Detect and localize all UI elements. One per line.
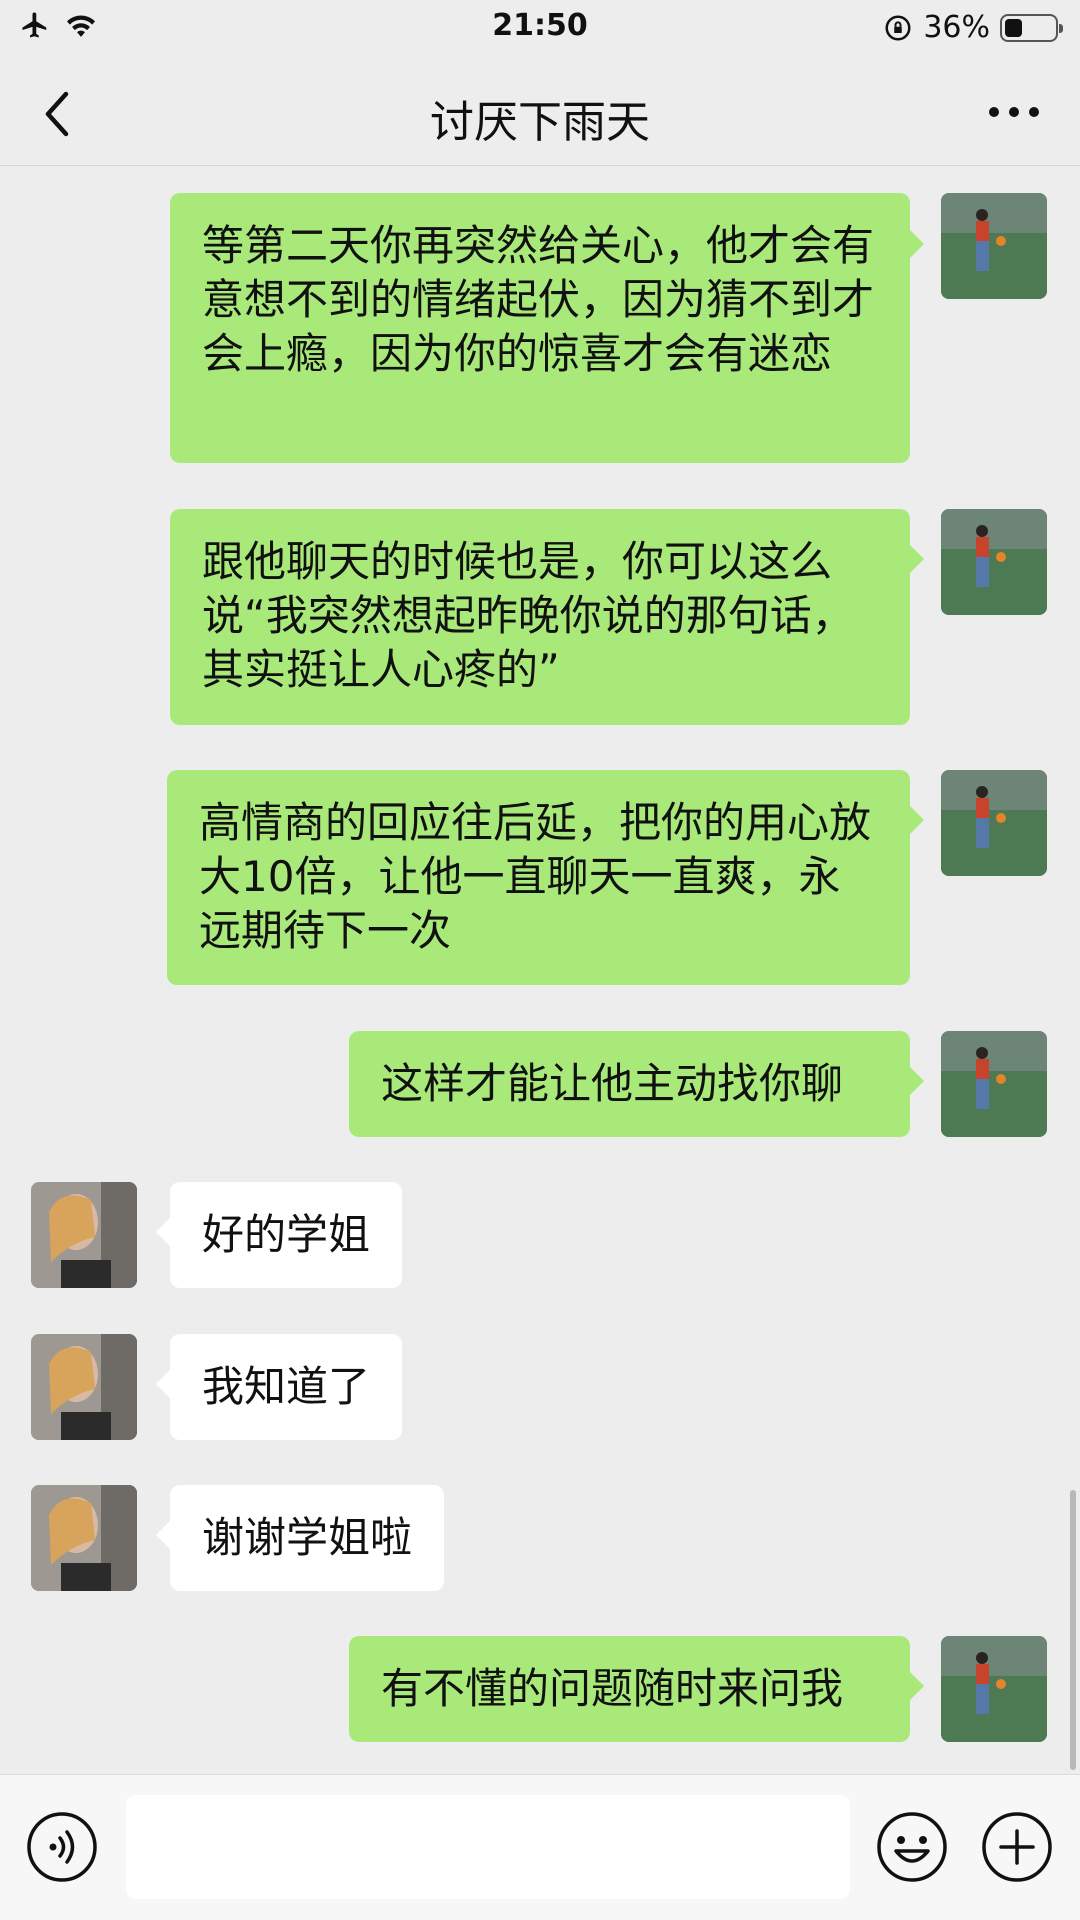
message-bubble[interactable]: 我知道了 (170, 1334, 403, 1440)
chat-title: 讨厌下雨天 (430, 97, 650, 148)
message-input[interactable] (126, 1795, 850, 1899)
bubble-tail (910, 806, 924, 834)
message-bubble[interactable]: 这样才能让他主动找你聊 (349, 1031, 910, 1137)
my-avatar[interactable] (941, 193, 1047, 299)
message-bubble[interactable]: 有不懂的问题随时来问我 (349, 1636, 910, 1742)
battery-percent: 36% (923, 10, 990, 45)
my-avatar[interactable] (941, 770, 1047, 876)
orientation-lock-icon (885, 15, 911, 40)
emoji-icon[interactable] (876, 1811, 948, 1883)
input-bar (0, 1774, 1080, 1920)
contact-avatar[interactable] (31, 1334, 137, 1440)
message-bubble[interactable]: 跟他聊天的时候也是，你可以这么说“我突然想起昨晚你说的那句话，其实挺让人心疼的” (170, 509, 910, 725)
bubble-tail (910, 230, 924, 258)
battery-icon (1000, 13, 1063, 42)
my-avatar[interactable] (941, 509, 1047, 615)
voice-icon[interactable] (26, 1811, 98, 1883)
nav-bar: 讨厌下雨天 (0, 58, 1080, 166)
bubble-tail (156, 1521, 170, 1549)
my-avatar[interactable] (941, 1031, 1047, 1137)
status-bar: 21:50 36% (0, 0, 1080, 58)
battery-fill (1005, 18, 1022, 37)
message-bubble[interactable]: 等第二天你再突然给关心，他才会有意想不到的情绪起伏，因为猜不到才会上瘾，因为你的… (170, 193, 910, 463)
message-bubble[interactable]: 好的学姐 (170, 1182, 403, 1288)
scrollbar[interactable] (1070, 1490, 1076, 1770)
more-dots-icon[interactable] (986, 100, 1042, 124)
my-avatar[interactable] (941, 1636, 1047, 1742)
message-bubble[interactable]: 谢谢学姐啦 (170, 1485, 445, 1591)
bubble-tail (910, 1067, 924, 1095)
status-right-icons: 36% (883, 10, 1063, 45)
bubble-tail (156, 1218, 170, 1246)
bubble-tail (910, 545, 924, 573)
plus-icon[interactable] (981, 1811, 1053, 1883)
contact-avatar[interactable] (31, 1485, 137, 1591)
bubble-tail (910, 1672, 924, 1700)
message-bubble[interactable]: 高情商的回应往后延，把你的用心放大10倍，让他一直聊天一直爽，永远期待下一次 (167, 770, 910, 985)
bubble-tail (156, 1370, 170, 1398)
contact-avatar[interactable] (31, 1182, 137, 1288)
